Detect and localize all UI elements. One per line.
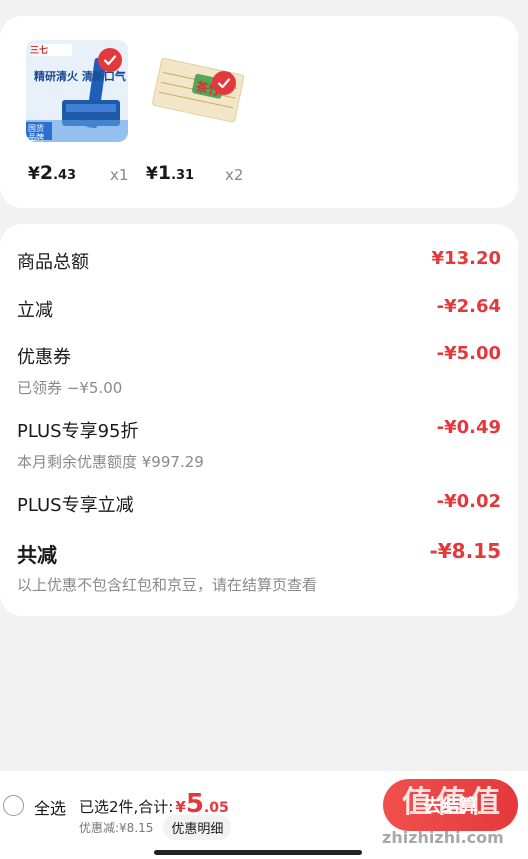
- product-price: ¥ 2 .43: [28, 162, 76, 184]
- product-price: ¥ 1 .31: [146, 162, 194, 184]
- sum-decimal: .05: [203, 800, 229, 816]
- total-discount-value: -¥8.15: [429, 539, 501, 563]
- product-image-caption: 精研清火 清新口气: [34, 70, 126, 83]
- plus-instant-value: -¥0.02: [436, 491, 501, 512]
- instant-discount-row: 立减 -¥2.64: [17, 296, 501, 322]
- product-check-icon[interactable]: [98, 48, 122, 72]
- price-currency: ¥: [146, 164, 158, 184]
- price-currency: ¥: [28, 164, 40, 184]
- product-image-badge: 国货 品牌: [28, 124, 44, 142]
- product-quantity: x1: [110, 166, 129, 184]
- discount-text: 优惠减:¥8.15: [79, 821, 154, 835]
- coupon-value: -¥5.00: [436, 343, 501, 364]
- subtotal-value: ¥13.20: [431, 248, 501, 269]
- plus-95-sub: 本月剩余优惠额度 ¥997.29: [17, 453, 204, 471]
- price-integer: 1: [157, 162, 172, 184]
- sum-currency: ¥: [175, 798, 186, 816]
- plus-instant-row: PLUS专享立减 -¥0.02: [17, 491, 501, 517]
- product-image-brand: 三七: [30, 46, 49, 56]
- plus-95-row: PLUS专享95折 -¥0.49 本月剩余优惠额度 ¥997.29: [17, 417, 501, 472]
- total-discount-label: 共减: [17, 543, 57, 567]
- plus-95-value: -¥0.49: [436, 417, 501, 438]
- discount-detail-button[interactable]: 优惠明细: [163, 815, 232, 840]
- product-item[interactable]: 茶竹: [146, 40, 266, 142]
- subtotal-label: 商品总额: [17, 252, 89, 273]
- sum-label: 已选2件,合计:: [79, 798, 174, 816]
- product-quantity: x2: [225, 166, 244, 184]
- price-integer: 2: [39, 162, 54, 184]
- selected-products-card: 精研清火 清新口气 三七 国货 品牌 ¥ 2 .43 x1 茶竹 ¥ 1 .31…: [0, 16, 518, 208]
- coupon-label: 优惠券: [17, 347, 71, 368]
- select-all-label[interactable]: 全选: [34, 795, 66, 819]
- plus-95-label: PLUS专享95折: [17, 421, 139, 442]
- total-discount-note: 以上优惠不包含红包和京豆，请在结算页查看: [17, 576, 318, 594]
- select-all-radio[interactable]: [3, 795, 24, 816]
- discount-detail-card: 商品总额 ¥13.20 立减 -¥2.64 优惠券 -¥5.00 已领券 −¥5…: [0, 224, 518, 616]
- total-discount-row: 共减 -¥8.15 以上优惠不包含红包和京豆，请在结算页查看: [17, 539, 501, 595]
- home-indicator[interactable]: [154, 850, 362, 855]
- instant-discount-label: 立减: [17, 300, 53, 321]
- price-decimal: .43: [53, 168, 77, 183]
- coupon-row: 优惠券 -¥5.00 已领券 −¥5.00: [17, 343, 501, 398]
- checkout-button[interactable]: 去结算: [383, 779, 518, 831]
- checkout-bar: 全选 已选2件,合计: ¥ 5 .05 优惠减:¥8.15 优惠明细 去结算: [0, 771, 528, 859]
- discount-line: 优惠减:¥8.15 优惠明细: [79, 815, 232, 840]
- checkmark-icon: [103, 55, 117, 66]
- price-decimal: .31: [171, 168, 195, 183]
- subtotal-row: 商品总额 ¥13.20: [17, 248, 501, 274]
- instant-discount-value: -¥2.64: [436, 296, 501, 317]
- product-check-icon[interactable]: [212, 71, 236, 95]
- product-item[interactable]: 精研清火 清新口气 三七 国货 品牌: [26, 40, 146, 142]
- plus-instant-label: PLUS专享立减: [17, 495, 134, 516]
- coupon-sub: 已领券 −¥5.00: [17, 379, 123, 397]
- checkmark-icon: [217, 78, 231, 89]
